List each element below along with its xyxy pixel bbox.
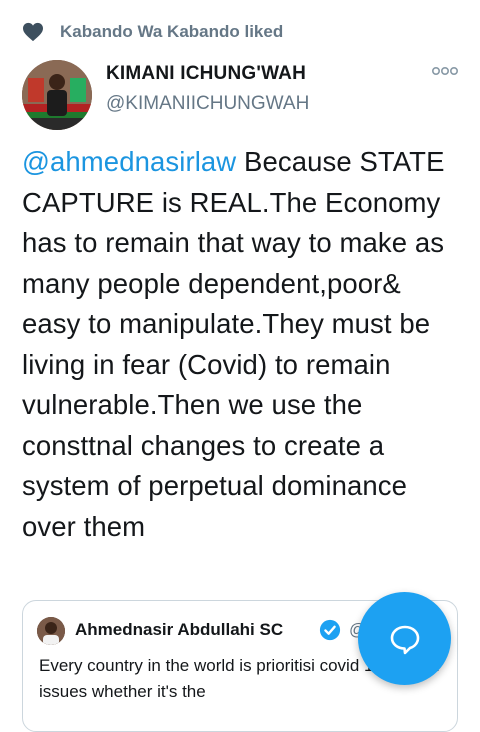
author-name[interactable]: KIMANI ICHUNG'WAH: [106, 63, 306, 85]
author-avatar[interactable]: [22, 60, 92, 130]
mention-link[interactable]: @ahmednasirlaw: [22, 146, 236, 177]
heart-icon: [23, 22, 43, 42]
verified-badge-icon: [319, 619, 341, 641]
social-context-text: Kabando Wa Kabando liked: [60, 22, 284, 41]
tweet-text-body: Because STATE CAPTURE is REAL.The Econom…: [22, 146, 445, 542]
quoted-author-name: Ahmednasir Abdullahi SC: [75, 620, 284, 639]
social-context[interactable]: Kabando Wa Kabando liked: [22, 18, 283, 46]
quoted-author-avatar: [37, 617, 65, 645]
author-avatar-image: [22, 60, 92, 130]
compose-tweet-button[interactable]: [358, 592, 451, 685]
author-handle[interactable]: @KIMANIICHUNGWAH: [106, 93, 309, 115]
compose-reply-icon: [390, 625, 419, 654]
more-options-icon[interactable]: [432, 64, 458, 78]
tweet-text: @ahmednasirlaw Because STATE CAPTURE is …: [22, 142, 462, 547]
